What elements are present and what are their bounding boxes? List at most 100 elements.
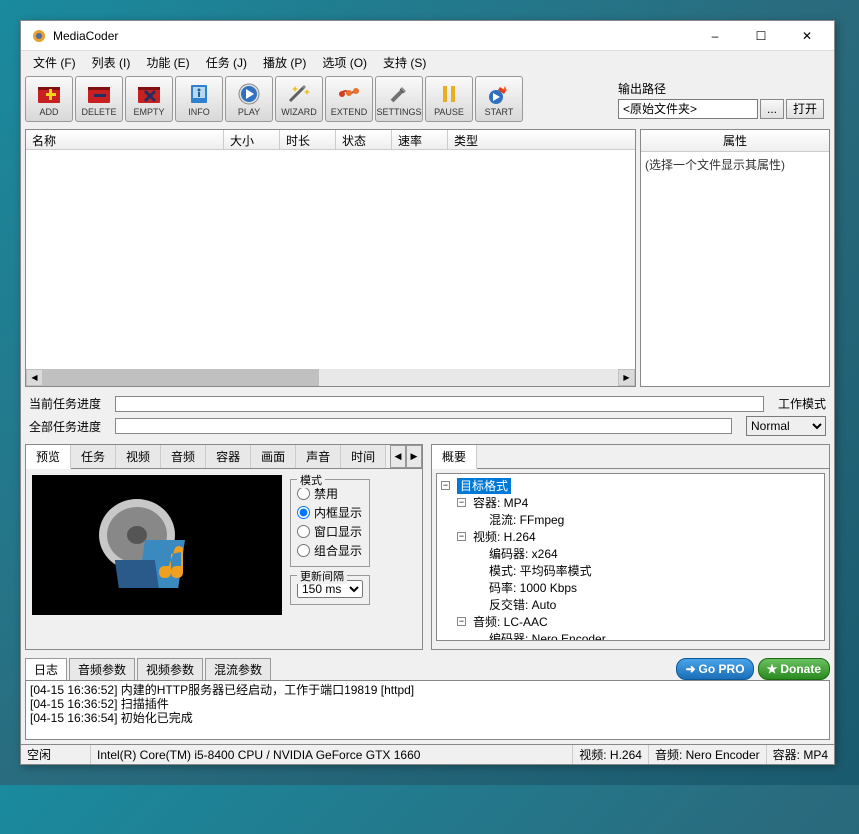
preview-image xyxy=(32,475,282,615)
file-list[interactable]: 名称 大小 时长 状态 速率 类型 ◀ ▶ xyxy=(25,129,636,387)
pause-icon xyxy=(436,83,462,105)
tab-task[interactable]: 任务 xyxy=(71,445,116,468)
mode-window-radio[interactable] xyxy=(297,525,310,538)
refresh-group: 更新间隔 150 ms xyxy=(290,575,370,605)
tab-container[interactable]: 容器 xyxy=(206,445,251,468)
summary-tree[interactable]: −目标格式 −容器: MP4 混流: FFmpeg −视频: H.264 编码器… xyxy=(436,473,825,641)
browse-button[interactable]: ... xyxy=(760,99,784,119)
mode-inline-radio[interactable] xyxy=(297,506,310,519)
statusbar: 空闲 Intel(R) Core(TM) i5-8400 CPU / NVIDI… xyxy=(21,744,834,764)
tab-sound[interactable]: 声音 xyxy=(296,445,341,468)
scroll-left-icon[interactable]: ◀ xyxy=(26,369,43,386)
maximize-button[interactable]: ☐ xyxy=(738,21,784,51)
col-size[interactable]: 大小 xyxy=(224,130,280,149)
output-path-section: 输出路径 ... 打开 xyxy=(618,80,824,119)
tab-audio[interactable]: 音频 xyxy=(161,445,206,468)
menu-list[interactable]: 列表 (I) xyxy=(84,52,139,73)
tab-video-params[interactable]: 视频参数 xyxy=(137,658,203,680)
tab-time[interactable]: 时间 xyxy=(341,445,386,468)
tree-collapse-icon[interactable]: − xyxy=(457,532,466,541)
minimize-button[interactable]: – xyxy=(692,21,738,51)
tree-root[interactable]: 目标格式 xyxy=(457,478,511,494)
star-icon: ★ xyxy=(767,662,778,676)
tree-item[interactable]: 模式: 平均码率模式 xyxy=(489,564,592,578)
tab-mux-params[interactable]: 混流参数 xyxy=(205,658,271,680)
tab-audio-params[interactable]: 音频参数 xyxy=(69,658,135,680)
file-list-header: 名称 大小 时长 状态 速率 类型 xyxy=(26,130,635,150)
properties-panel: 属性 (选择一个文件显示其属性) xyxy=(640,129,830,387)
tree-item[interactable]: 编码器: Nero Encoder xyxy=(489,632,606,641)
tab-preview[interactable]: 预览 xyxy=(26,445,71,469)
menu-task[interactable]: 任务 (J) xyxy=(198,52,255,73)
bottom-panel: 日志 音频参数 视频参数 混流参数 ➜Go PRO ★Donate [04-15… xyxy=(21,654,834,744)
tab-video[interactable]: 视频 xyxy=(116,445,161,468)
tree-item[interactable]: 反交错: Auto xyxy=(489,598,556,612)
info-button[interactable]: INFO xyxy=(175,76,223,122)
add-icon xyxy=(36,83,62,105)
media-logo-icon xyxy=(87,490,227,600)
add-button[interactable]: ADD xyxy=(25,76,73,122)
horizontal-scrollbar[interactable]: ◀ ▶ xyxy=(26,369,635,386)
titlebar: MediaCoder – ☐ ✕ xyxy=(21,21,834,51)
tree-item[interactable]: 码率: 1000 Kbps xyxy=(489,581,577,595)
tab-log[interactable]: 日志 xyxy=(25,658,67,680)
right-tab-panel: 概要 −目标格式 −容器: MP4 混流: FFmpeg −视频: H.264 … xyxy=(431,444,830,650)
extend-button[interactable]: EXTEND xyxy=(325,76,373,122)
current-progress-label: 当前任务进度 xyxy=(29,395,109,412)
menu-support[interactable]: 支持 (S) xyxy=(375,52,434,73)
status-container: 容器: MP4 xyxy=(767,745,834,764)
app-icon xyxy=(31,28,47,44)
tree-collapse-icon[interactable]: − xyxy=(457,617,466,626)
properties-header: 属性 xyxy=(641,130,829,152)
tree-item[interactable]: 混流: FFmpeg xyxy=(489,513,564,527)
settings-icon xyxy=(386,83,412,105)
col-rate[interactable]: 速率 xyxy=(392,130,448,149)
all-progress-label: 全部任务进度 xyxy=(29,418,109,435)
window-title: MediaCoder xyxy=(53,29,692,43)
start-button[interactable]: START xyxy=(475,76,523,122)
log-box[interactable]: [04-15 16:36:52] 内建的HTTP服务器已经启动，工作于端口198… xyxy=(25,680,830,740)
col-type[interactable]: 类型 xyxy=(448,130,635,149)
gopro-button[interactable]: ➜Go PRO xyxy=(676,658,753,680)
mode-combo-radio[interactable] xyxy=(297,544,310,557)
all-progress-bar xyxy=(115,418,732,434)
delete-icon xyxy=(86,83,112,105)
menu-options[interactable]: 选项 (O) xyxy=(314,52,375,73)
status-state: 空闲 xyxy=(21,745,91,764)
output-path-input[interactable] xyxy=(618,99,758,119)
empty-button[interactable]: EMPTY xyxy=(125,76,173,122)
col-status[interactable]: 状态 xyxy=(336,130,392,149)
scroll-right-icon[interactable]: ▶ xyxy=(618,369,635,386)
info-icon xyxy=(186,83,212,105)
work-mode-select[interactable]: Normal xyxy=(746,416,826,436)
mode-disable-radio[interactable] xyxy=(297,487,310,500)
menu-file[interactable]: 文件 (F) xyxy=(25,52,84,73)
work-mode-label: 工作模式 xyxy=(778,395,826,412)
tab-prev-icon[interactable]: ◀ xyxy=(390,445,406,468)
properties-placeholder: (选择一个文件显示其属性) xyxy=(641,152,829,177)
wizard-icon xyxy=(286,83,312,105)
tab-summary[interactable]: 概要 xyxy=(432,445,477,469)
tab-picture[interactable]: 画面 xyxy=(251,445,296,468)
tab-next-icon[interactable]: ▶ xyxy=(406,445,422,468)
tree-item[interactable]: 视频: H.264 xyxy=(473,530,536,544)
pause-button[interactable]: PAUSE xyxy=(425,76,473,122)
play-button[interactable]: PLAY xyxy=(225,76,273,122)
open-button[interactable]: 打开 xyxy=(786,99,824,119)
close-button[interactable]: ✕ xyxy=(784,21,830,51)
menu-play[interactable]: 播放 (P) xyxy=(255,52,314,73)
tree-collapse-icon[interactable]: − xyxy=(441,481,450,490)
col-duration[interactable]: 时长 xyxy=(280,130,336,149)
scroll-thumb[interactable] xyxy=(43,369,319,386)
tree-item[interactable]: 容器: MP4 xyxy=(473,496,528,510)
arrow-icon: ➜ xyxy=(685,662,695,676)
tree-item[interactable]: 音频: LC-AAC xyxy=(473,615,548,629)
tree-item[interactable]: 编码器: x264 xyxy=(489,547,558,561)
donate-button[interactable]: ★Donate xyxy=(758,658,830,680)
tree-collapse-icon[interactable]: − xyxy=(457,498,466,507)
menu-function[interactable]: 功能 (E) xyxy=(138,52,197,73)
wizard-button[interactable]: WIZARD xyxy=(275,76,323,122)
delete-button[interactable]: DELETE xyxy=(75,76,123,122)
col-name[interactable]: 名称 xyxy=(26,130,224,149)
settings-button[interactable]: SETTINGS xyxy=(375,76,423,122)
